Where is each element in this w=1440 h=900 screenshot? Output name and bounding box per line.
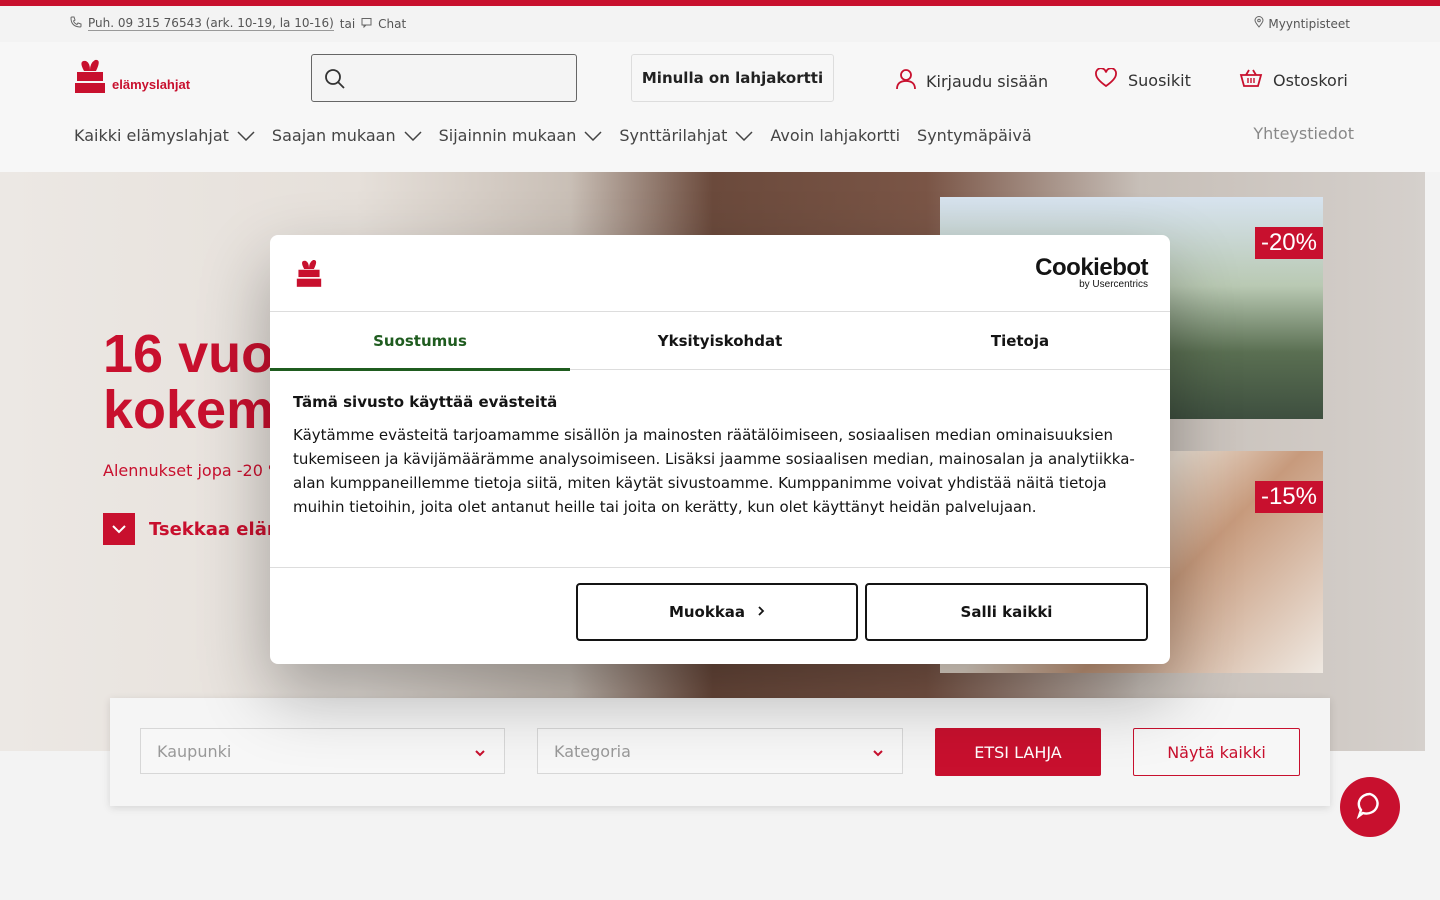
cookie-description: Käytämme evästeitä tarjoamamme sisällön … xyxy=(293,426,1135,516)
tab-about[interactable]: Tietoja xyxy=(870,312,1170,370)
cookiebot-logo[interactable]: Cookiebot by Usercentrics xyxy=(1035,254,1148,291)
cookie-heading: Tämä sivusto käyttää evästeitä xyxy=(293,393,558,411)
cookie-dialog-body: Tämä sivusto käyttää evästeitä Käytämme … xyxy=(293,393,1153,519)
tab-details[interactable]: Yksityiskohdat xyxy=(570,312,870,370)
customize-button-label: Muokkaa xyxy=(668,603,746,621)
cookie-dialog-footer: Muokkaa Salli kaikki xyxy=(270,567,1170,664)
cookie-tabs: Suostumus Yksityiskohdat Tietoja xyxy=(270,312,1170,371)
cookiebot-brand: Cookiebot xyxy=(1035,254,1148,281)
allow-all-button[interactable]: Salli kaikki xyxy=(865,583,1148,641)
tab-consent[interactable]: Suostumus xyxy=(270,312,570,371)
cookie-dialog-header: Cookiebot by Usercentrics xyxy=(270,235,1170,312)
cookie-consent-dialog: Cookiebot by Usercentrics Suostumus Yksi… xyxy=(270,235,1170,664)
customize-button[interactable]: Muokkaa xyxy=(576,583,858,641)
site-logo-icon xyxy=(296,257,322,293)
chevron-right-icon xyxy=(757,603,765,621)
